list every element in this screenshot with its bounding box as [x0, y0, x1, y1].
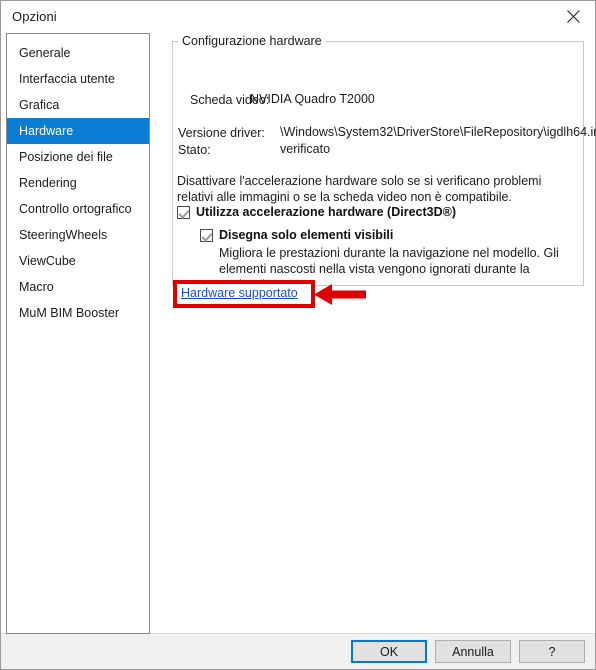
close-button[interactable]: [551, 2, 595, 32]
title-bar: Opzioni: [1, 1, 595, 32]
visible-elements-checkbox-row[interactable]: Disegna solo elementi visibili: [200, 228, 393, 243]
sidebar-item-rendering[interactable]: Rendering: [7, 170, 149, 196]
sidebar-item-controllo-ortografico[interactable]: Controllo ortografico: [7, 196, 149, 222]
dialog-body: Generale Interfaccia utente Grafica Hard…: [1, 32, 596, 634]
help-button[interactable]: ?: [519, 640, 585, 663]
checkbox-hardware-acceleration[interactable]: [177, 206, 190, 219]
left-arrow-icon: [314, 282, 366, 307]
options-dialog: Opzioni Generale Interfaccia utente Graf…: [0, 0, 596, 670]
sidebar-item-interfaccia-utente[interactable]: Interfaccia utente: [7, 66, 149, 92]
checkbox-hardware-acceleration-label: Utilizza accelerazione hardware (Direct3…: [196, 205, 456, 219]
status-value: verificato: [280, 142, 331, 156]
close-icon: [566, 10, 580, 23]
hardware-acceleration-checkbox-row[interactable]: Utilizza accelerazione hardware (Direct3…: [177, 205, 456, 220]
dialog-footer: OK Annulla ?: [1, 633, 595, 669]
acceleration-description: Disattivare l'accelerazione hardware sol…: [177, 174, 542, 204]
sidebar-item-hardware[interactable]: Hardware: [7, 118, 149, 144]
window-title: Opzioni: [12, 9, 57, 24]
sidebar-item-grafica[interactable]: Grafica: [7, 92, 149, 118]
category-listbox[interactable]: Generale Interfaccia utente Grafica Hard…: [6, 33, 150, 634]
checkbox-visible-elements-only[interactable]: [200, 229, 213, 242]
driver-version-value: \Windows\System32\DriverStore\FileReposi…: [280, 125, 596, 139]
video-card-value: NVIDIA Quadro T2000: [250, 92, 375, 106]
groupbox-title: Configurazione hardware: [178, 34, 326, 48]
sidebar-item-generale[interactable]: Generale: [7, 40, 149, 66]
sidebar-item-macro[interactable]: Macro: [7, 274, 149, 300]
supported-hardware-link[interactable]: Hardware supportato: [181, 286, 298, 300]
cancel-button[interactable]: Annulla: [435, 640, 511, 663]
checkbox-visible-elements-only-label: Disegna solo elementi visibili: [219, 228, 394, 242]
sidebar-item-steeringwheels[interactable]: SteeringWheels: [7, 222, 149, 248]
status-label: Stato:: [178, 143, 211, 157]
sidebar-item-viewcube[interactable]: ViewCube: [7, 248, 149, 274]
ok-button[interactable]: OK: [351, 640, 427, 663]
sidebar-item-mum-bim-booster[interactable]: MuM BIM Booster: [7, 300, 149, 326]
sidebar-item-posizione-dei-file[interactable]: Posizione dei file: [7, 144, 149, 170]
driver-version-label: Versione driver:: [178, 126, 265, 140]
